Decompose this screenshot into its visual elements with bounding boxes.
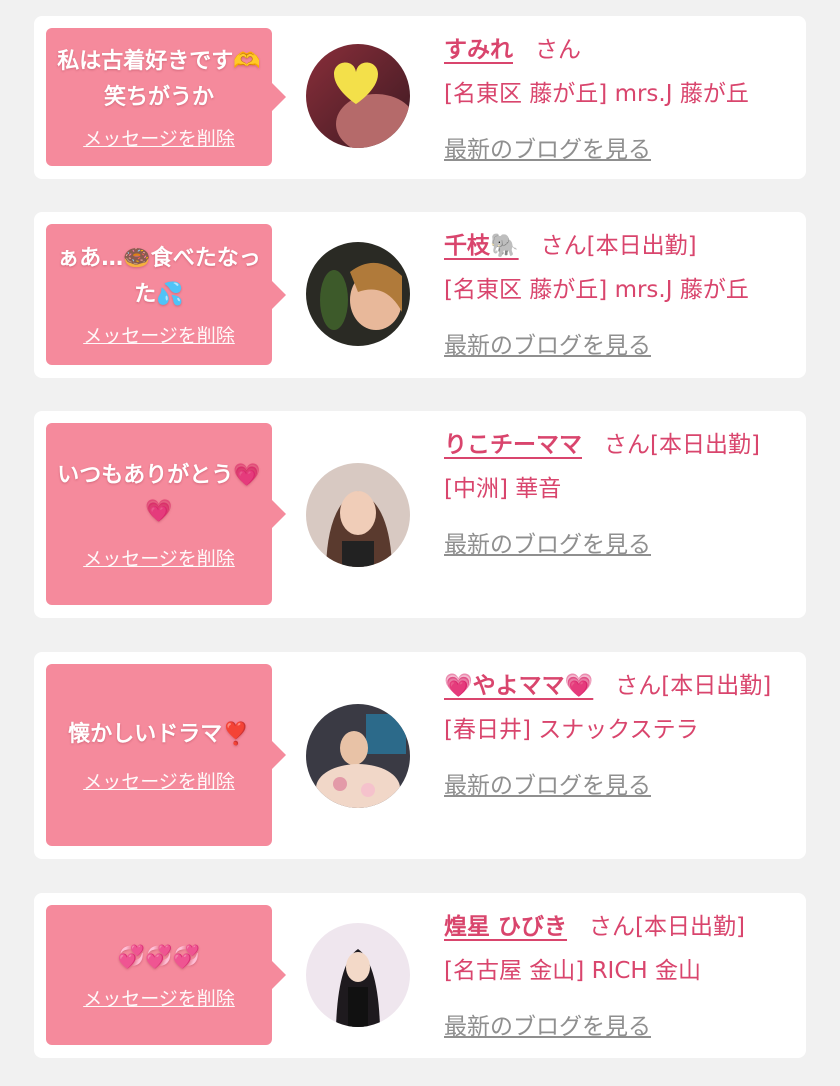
message-text: 💞💞💞 <box>117 944 201 970</box>
message-card: 💞💞💞 メッセージを削除 煌星 ひびき さん[本日出勤] [名古屋 金山] RIC… <box>34 893 806 1058</box>
message-list: 私は古着好きです🫶笑ちがうか メッセージを削除 すみれ さん [名東区 藤が丘] … <box>0 0 840 1086</box>
avatar[interactable] <box>306 44 410 148</box>
cast-name-link[interactable]: 💗やよママ💗 <box>444 673 593 699</box>
honorific: さん <box>540 233 587 259</box>
status-text: [本日出勤] <box>635 914 745 940</box>
avatar[interactable] <box>306 923 410 1027</box>
cast-info: 千枝🐘 さん[本日出勤] [名東区 藤が丘] mrs.J 藤が丘 最新のブログを見… <box>444 224 794 368</box>
view-latest-blog-link[interactable]: 最新のブログを見る <box>444 1005 651 1049</box>
avatar[interactable] <box>306 704 410 808</box>
message-text: 懐かしいドラマ❣️ <box>68 721 250 747</box>
avatar[interactable] <box>306 242 410 346</box>
delete-message-link[interactable]: メッセージを削除 <box>83 321 235 348</box>
status-text: [本日出勤] <box>661 673 772 699</box>
message-bubble: ぁあ…🍩食べたなった💦 メッセージを削除 <box>46 224 286 365</box>
message-bubble: 💞💞💞 メッセージを削除 <box>46 905 286 1045</box>
view-latest-blog-link[interactable]: 最新のブログを見る <box>444 128 651 172</box>
message-text: ぁあ…🍩食べたなった💦 <box>57 246 261 307</box>
delete-message-link[interactable]: メッセージを削除 <box>83 767 235 794</box>
cast-name-link[interactable]: すみれ <box>444 37 513 63</box>
avatar[interactable] <box>306 463 410 567</box>
view-latest-blog-link[interactable]: 最新のブログを見る <box>444 764 651 808</box>
status-text: [本日出勤] <box>586 233 697 259</box>
message-card: いつもありがとう💗💗 メッセージを削除 りこチーママ さん[本日出勤] [中洲] … <box>34 411 806 618</box>
cast-info: 💗やよママ💗 さん[本日出勤] [春日井] スナックステラ 最新のブログを見る <box>444 664 794 808</box>
delete-message-link[interactable]: メッセージを削除 <box>83 544 235 571</box>
honorific: さん <box>604 432 650 458</box>
message-text: 私は古着好きです🫶笑ちがうか <box>57 48 261 110</box>
shop-name: [春日井] スナックステラ <box>444 717 699 743</box>
shop-name: [中洲] 華音 <box>444 476 562 502</box>
cast-info: 煌星 ひびき さん[本日出勤] [名古屋 金山] RICH 金山 最新のブログを見… <box>444 905 794 1049</box>
message-card: ぁあ…🍩食べたなった💦 メッセージを削除 千枝🐘 さん[本日出勤] [名東区 藤が… <box>34 212 806 378</box>
shop-name: [名東区 藤が丘] mrs.J 藤が丘 <box>444 81 749 107</box>
message-bubble: 懐かしいドラマ❣️ メッセージを削除 <box>46 664 286 846</box>
honorific: さん <box>535 37 581 63</box>
shop-name: [名古屋 金山] RICH 金山 <box>444 958 701 984</box>
message-bubble: 私は古着好きです🫶笑ちがうか メッセージを削除 <box>46 28 286 166</box>
cast-info: すみれ さん [名東区 藤が丘] mrs.J 藤が丘 最新のブログを見る <box>444 28 794 172</box>
cast-info: りこチーママ さん[本日出勤] [中洲] 華音 最新のブログを見る <box>444 423 794 567</box>
status-text: [本日出勤] <box>650 432 760 458</box>
message-card: 私は古着好きです🫶笑ちがうか メッセージを削除 すみれ さん [名東区 藤が丘] … <box>34 16 806 179</box>
view-latest-blog-link[interactable]: 最新のブログを見る <box>444 523 651 567</box>
cast-name-link[interactable]: 煌星 ひびき <box>444 914 567 940</box>
cast-name-link[interactable]: 千枝🐘 <box>444 233 519 259</box>
delete-message-link[interactable]: メッセージを削除 <box>83 124 235 151</box>
message-text: いつもありがとう💗💗 <box>57 462 261 524</box>
message-card: 懐かしいドラマ❣️ メッセージを削除 💗やよママ💗 さん[本日出勤] [春日井] … <box>34 652 806 859</box>
cast-name-link[interactable]: りこチーママ <box>444 432 582 458</box>
honorific: さん <box>589 914 636 940</box>
shop-name: [名東区 藤が丘] mrs.J 藤が丘 <box>444 277 749 303</box>
view-latest-blog-link[interactable]: 最新のブログを見る <box>444 324 651 368</box>
delete-message-link[interactable]: メッセージを削除 <box>83 984 235 1011</box>
message-bubble: いつもありがとう💗💗 メッセージを削除 <box>46 423 286 605</box>
honorific: さん <box>615 673 662 699</box>
